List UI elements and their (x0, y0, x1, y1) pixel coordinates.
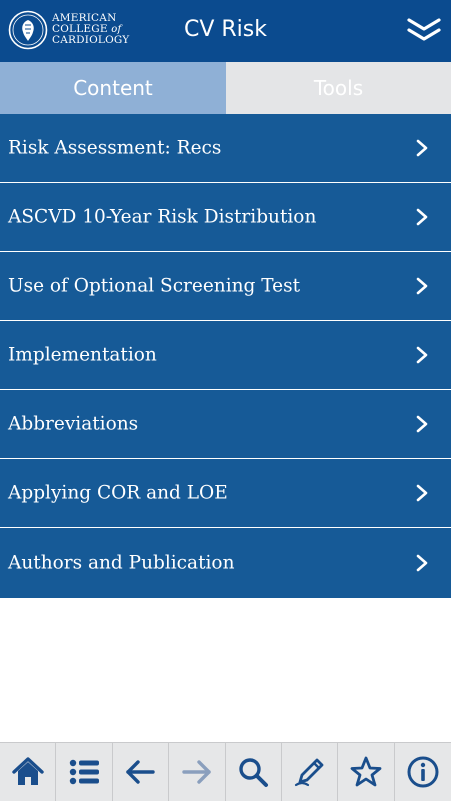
menu-item-optional-screening-test[interactable]: Use of Optional Screening Test (0, 252, 451, 321)
home-icon (11, 757, 44, 785)
menu-item-implementation[interactable]: Implementation (0, 321, 451, 390)
chevron-right-icon (416, 208, 428, 226)
tab-bar: Content Tools (0, 62, 451, 114)
forward-arrow-icon (182, 760, 211, 784)
menu-item-risk-assessment-recs[interactable]: Risk Assessment: Recs (0, 114, 451, 183)
tab-content[interactable]: Content (0, 62, 226, 114)
menu-item-label: Risk Assessment: Recs (8, 137, 222, 159)
search-button[interactable] (226, 743, 282, 801)
search-icon (239, 758, 269, 787)
list-icon (69, 759, 100, 785)
list-button[interactable] (56, 743, 113, 801)
content-menu: Risk Assessment: Recs ASCVD 10-Year Risk… (0, 114, 451, 598)
chevron-right-icon (416, 277, 428, 295)
page-title: CV Risk (183, 17, 267, 42)
menu-item-applying-cor-loe[interactable]: Applying COR and LOE (0, 459, 451, 528)
info-icon (407, 756, 439, 788)
menu-item-label: Applying COR and LOE (8, 482, 228, 504)
double-chevron-down-icon[interactable] (404, 14, 444, 46)
bottom-toolbar (0, 742, 451, 801)
back-arrow-icon (126, 760, 156, 784)
tab-tools[interactable]: Tools (226, 62, 451, 114)
menu-item-abbreviations[interactable]: Abbreviations (0, 390, 451, 459)
chevron-right-icon (416, 554, 428, 572)
home-button[interactable] (0, 743, 57, 801)
forward-button[interactable] (169, 743, 226, 801)
menu-item-label: ASCVD 10-Year Risk Distribution (8, 206, 317, 228)
chevron-right-icon (416, 139, 428, 157)
info-button[interactable] (395, 743, 451, 801)
menu-item-label: Abbreviations (8, 413, 139, 435)
menu-item-ascvd-risk-distribution[interactable]: ASCVD 10-Year Risk Distribution (0, 183, 451, 252)
chevron-right-icon (416, 346, 428, 364)
bookmark-button[interactable] (338, 743, 395, 801)
pencil-icon (294, 758, 323, 787)
menu-item-label: Implementation (8, 344, 157, 366)
back-button[interactable] (113, 743, 170, 801)
menu-item-label: Use of Optional Screening Test (8, 275, 301, 297)
chevron-right-icon (416, 484, 428, 502)
menu-item-authors-publication[interactable]: Authors and Publication (0, 528, 451, 598)
notes-button[interactable] (282, 743, 339, 801)
menu-item-label: Authors and Publication (8, 552, 235, 574)
app-header: AMERICAN COLLEGE of CARDIOLOGY CV Risk (0, 0, 451, 62)
chevron-right-icon (416, 415, 428, 433)
star-icon (350, 756, 382, 787)
